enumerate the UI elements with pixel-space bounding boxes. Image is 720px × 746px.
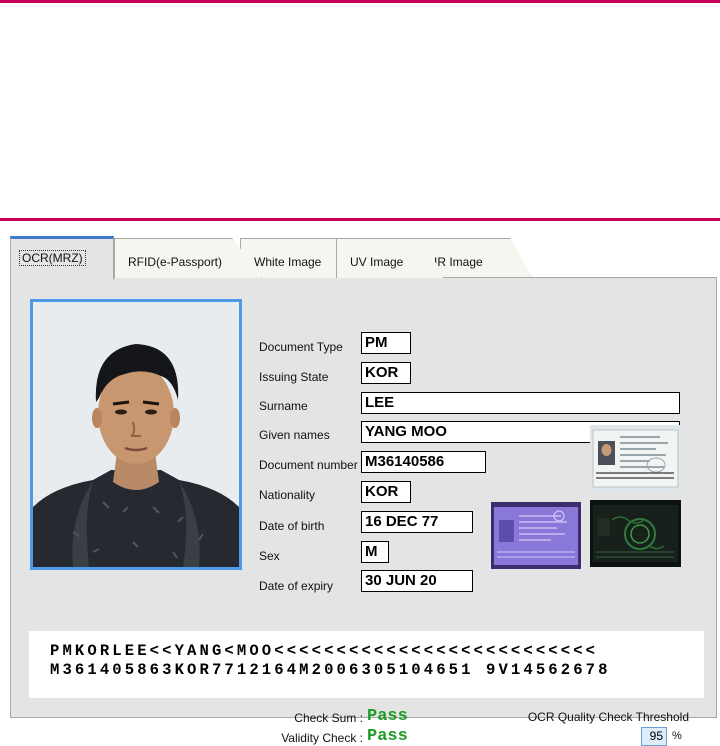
ir-image-thumbnail[interactable]	[590, 500, 681, 567]
date-of-expiry-field: 30 JUN 20	[361, 570, 473, 592]
surname-field: LEE	[361, 392, 680, 414]
date-of-birth-field: 16 DEC 77	[361, 511, 473, 533]
label-nationality: Nationality	[259, 488, 316, 502]
white-page-icon	[590, 425, 681, 492]
threshold-unit: %	[672, 730, 682, 742]
passport-photo	[30, 299, 242, 570]
label-document-number: Document number	[259, 458, 358, 472]
mid-accent-rule	[0, 218, 720, 221]
tab-label: White Image	[254, 255, 322, 269]
issuing-state-field: KOR	[361, 362, 411, 384]
white-image-thumbnail[interactable]	[590, 425, 681, 492]
uv-image-thumbnail[interactable]	[491, 502, 581, 569]
label-issuing-state: Issuing State	[259, 370, 329, 384]
label-given-names: Given names	[259, 428, 330, 442]
label-document-type: Document Type	[259, 340, 343, 354]
label-surname: Surname	[259, 399, 308, 413]
tab-ocr-mrz[interactable]: OCR(MRZ)	[10, 236, 114, 280]
tab-label: IR Image	[434, 255, 483, 269]
document-number-field: M36140586	[361, 451, 486, 473]
label-sex: Sex	[259, 549, 280, 563]
validity-check-value: Pass	[367, 727, 408, 746]
ocr-panel: Document Type PM Issuing State KOR Surna…	[10, 277, 717, 746]
top-accent-rule	[0, 0, 720, 3]
nationality-field: KOR	[361, 481, 411, 503]
label-date-of-birth: Date of birth	[259, 519, 325, 533]
check-sum-value: Pass	[367, 707, 408, 726]
validity-check-label: Validity Check :	[281, 731, 363, 745]
threshold-label: OCR Quality Check Threshold	[527, 710, 689, 724]
portrait-image	[33, 302, 239, 567]
check-sum-label: Check Sum :	[294, 711, 363, 725]
mrz-line-1: PMKORLEE<<YANG<MOO<<<<<<<<<<<<<<<<<<<<<<…	[50, 642, 599, 660]
uv-page-icon	[491, 502, 581, 569]
passport-reader-window: OCR(MRZ) RFID(e-Passport) White Image UV…	[10, 232, 717, 746]
threshold-input[interactable]: 95	[641, 727, 667, 746]
document-type-field: PM	[361, 332, 411, 354]
label-date-of-expiry: Date of expiry	[259, 579, 334, 593]
ir-page-icon	[590, 500, 681, 567]
mrz-line-2: M361405863KOR7712164M2006305104651 9V145…	[50, 661, 611, 679]
sex-field: M	[361, 541, 389, 563]
mrz-text: PMKORLEE<<YANG<MOO<<<<<<<<<<<<<<<<<<<<<<…	[29, 631, 704, 698]
tab-label: RFID(e-Passport)	[128, 255, 223, 269]
tab-rfid[interactable]: RFID(e-Passport)	[114, 238, 262, 278]
tab-label: UV Image	[350, 255, 404, 269]
tab-label: OCR(MRZ)	[19, 250, 86, 266]
